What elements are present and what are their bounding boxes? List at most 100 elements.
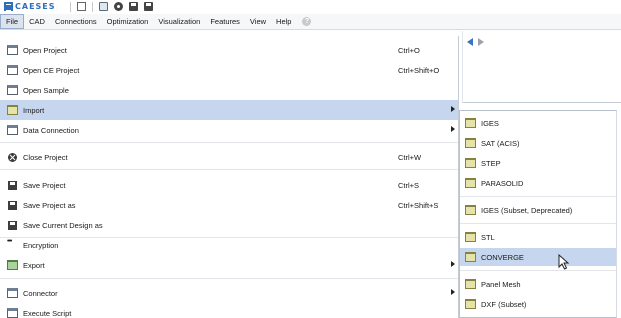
file-menu-dropdown: Open Project Ctrl+O Open CE Project Ctrl… (0, 36, 459, 318)
folder-icon (465, 138, 476, 148)
menu-item-label: Open CE Project (23, 66, 80, 75)
menu-item-open-ce-project[interactable]: Open CE Project Ctrl+Shift+O (0, 60, 458, 80)
menu-item-save-project-as[interactable]: Save Project as Ctrl+Shift+S (0, 195, 458, 215)
folder-icon (7, 105, 18, 115)
submenu-item-iges[interactable]: IGES (460, 114, 616, 132)
forward-arrow-icon[interactable] (478, 38, 484, 46)
menu-separator (0, 278, 458, 279)
menu-item-export[interactable]: Export (0, 255, 458, 275)
menu-visualization[interactable]: Visualization (153, 14, 205, 29)
submenu-item-label: IGES (Subset, Deprecated) (481, 206, 573, 215)
menu-item-label: Open Project (23, 46, 67, 55)
menu-bar: File CAD Connections Optimization Visual… (0, 14, 621, 30)
toolbar-separator (91, 1, 93, 12)
menu-separator (0, 142, 458, 143)
new-page-icon[interactable] (76, 2, 86, 11)
disk-icon (8, 221, 17, 230)
submenu-item-stl[interactable]: STL (460, 228, 616, 246)
submenu-separator (460, 196, 616, 197)
folder-icon (465, 232, 476, 242)
menu-item-label: Save Project (23, 181, 66, 190)
caeses-logo-icon (4, 2, 13, 11)
window-icon (7, 308, 18, 318)
submenu-item-label: Panel Mesh (481, 280, 521, 289)
submenu-separator (460, 223, 616, 224)
submenu-item-label: PARASOLID (481, 179, 524, 188)
import-submenu: IGES SAT (ACIS) STEP PARASOLID IGES (Sub… (459, 110, 617, 318)
dots-icon (7, 238, 18, 250)
menu-item-label: Save Project as (23, 201, 76, 210)
logo-text: CAESES (15, 2, 56, 11)
menu-item-execute-script[interactable]: Execute Script (0, 303, 458, 318)
menu-item-label: Encryption (23, 241, 59, 250)
submenu-arrow-icon (451, 261, 455, 267)
menu-item-save-current-design-as[interactable]: Save Current Design as (0, 215, 458, 235)
menu-file[interactable]: File (0, 14, 25, 29)
window-icon (7, 288, 18, 298)
menu-item-encryption[interactable]: Encryption (0, 235, 458, 255)
save-all-icon[interactable] (143, 2, 153, 11)
menu-item-data-connection[interactable]: Data Connection (0, 120, 458, 140)
folder-icon (465, 118, 476, 128)
menu-item-shortcut: Ctrl+Shift+S (398, 201, 439, 210)
export-folder-icon (7, 260, 18, 270)
menu-item-label: Data Connection (23, 126, 79, 135)
app-logo: CAESES (4, 0, 56, 13)
window-icon (7, 45, 18, 55)
submenu-arrow-icon (451, 106, 455, 112)
title-toolbar: CAESES (0, 0, 621, 13)
menu-optimization[interactable]: Optimization (102, 14, 154, 29)
menu-help[interactable]: Help (271, 14, 296, 29)
submenu-item-label: DXF (Subset) (481, 300, 527, 309)
menu-connections[interactable]: Connections (50, 14, 102, 29)
quick-toolbar (69, 1, 153, 12)
submenu-item-step[interactable]: STEP (460, 154, 616, 172)
settings-icon[interactable] (113, 2, 123, 11)
submenu-item-parasolid[interactable]: PARASOLID (460, 174, 616, 192)
menu-item-label: Close Project (23, 153, 68, 162)
menu-cad[interactable]: CAD (24, 14, 50, 29)
disk-icon (8, 201, 17, 210)
submenu-item-label: STL (481, 233, 495, 242)
menu-item-connector[interactable]: Connector (0, 283, 458, 303)
submenu-item-converge[interactable]: CONVERGE (460, 248, 616, 266)
menu-item-save-project[interactable]: Save Project Ctrl+S (0, 175, 458, 195)
menu-item-close-project[interactable]: Close Project Ctrl+W (0, 147, 458, 167)
menu-item-label: Import (23, 106, 45, 115)
submenu-item-dxf-subset[interactable]: DXF (Subset) (460, 295, 616, 313)
submenu-item-panel-mesh[interactable]: Panel Mesh (460, 275, 616, 293)
disk-icon (8, 181, 17, 190)
submenu-item-label: STEP (481, 159, 501, 168)
menu-item-open-sample[interactable]: Open Sample (0, 80, 458, 100)
submenu-item-sat-acis[interactable]: SAT (ACIS) (460, 134, 616, 152)
menu-item-shortcut: Ctrl+O (398, 46, 420, 55)
folder-icon (465, 178, 476, 188)
submenu-separator (460, 270, 616, 271)
submenu-item-label: IGES (481, 119, 499, 128)
open-folder-icon[interactable] (98, 2, 108, 11)
menu-item-import[interactable]: Import (0, 100, 458, 120)
submenu-arrow-icon (451, 289, 455, 295)
submenu-arrow-icon (451, 126, 455, 132)
folder-icon (465, 252, 476, 262)
folder-icon (465, 158, 476, 168)
menu-item-label: Connector (23, 289, 58, 298)
submenu-item-iges-subset[interactable]: IGES (Subset, Deprecated) (460, 201, 616, 219)
submenu-item-label: CONVERGE (481, 253, 524, 262)
menu-view[interactable]: View (245, 14, 271, 29)
menu-separator (0, 169, 458, 170)
menu-item-open-project[interactable]: Open Project Ctrl+O (0, 40, 458, 60)
folder-icon (465, 279, 476, 289)
menu-item-shortcut: Ctrl+S (398, 181, 420, 190)
menu-item-label: Open Sample (23, 86, 69, 95)
window-icon (7, 85, 18, 95)
window-icon (7, 65, 18, 75)
save-icon[interactable] (128, 2, 138, 11)
submenu-item-label: SAT (ACIS) (481, 139, 520, 148)
back-arrow-icon[interactable] (467, 38, 473, 46)
menu-features[interactable]: Features (205, 14, 245, 29)
nav-arrows (467, 38, 484, 46)
help-icon[interactable]: ? (302, 17, 312, 26)
menu-item-label: Execute Script (23, 309, 72, 318)
menu-item-shortcut: Ctrl+Shift+O (398, 66, 440, 75)
